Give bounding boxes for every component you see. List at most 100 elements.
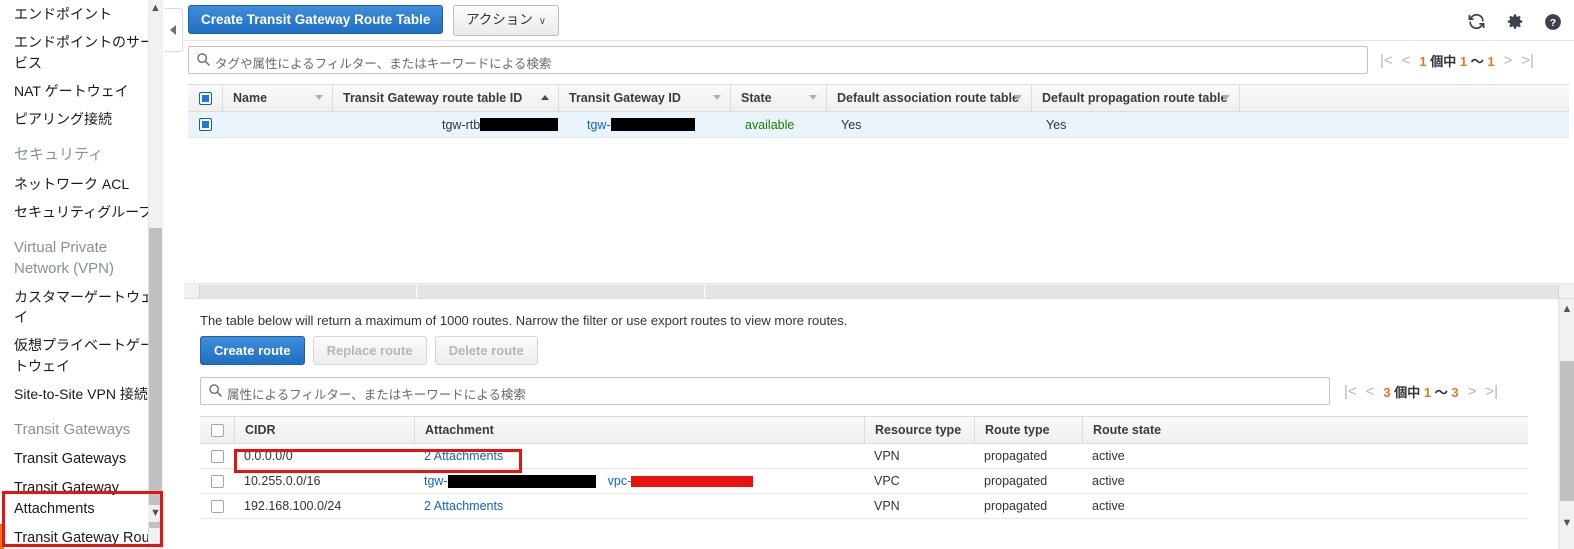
routes-select-all-checkbox[interactable] [210,423,224,437]
next-page-icon[interactable]: > [1504,52,1513,69]
column-header-name[interactable]: Name [222,84,332,112]
routes-vertical-scrollbar-thumb[interactable] [1560,361,1574,501]
transit-gateway-id-link[interactable]: tgw- [587,118,611,132]
row-checkbox[interactable] [198,118,212,131]
cell-attachment[interactable]: 2 Attachments [414,443,864,469]
last-page-icon[interactable]: >| [1485,383,1498,400]
scroll-up-icon[interactable]: ▲ [1559,301,1574,318]
table-row[interactable]: 10.255.0.0/16 tgw-vpc- VPC propagated ac… [200,469,1528,494]
column-header-resource-type[interactable]: Resource type [864,416,974,444]
column-label: Resource type [875,423,962,437]
help-icon[interactable]: ? [1544,13,1562,31]
table-row[interactable]: tgw-rtb tgw- available Yes Yes [188,112,1569,138]
column-header-attachment[interactable]: Attachment [414,416,864,444]
attachment-link[interactable]: 2 Attachments [424,499,503,513]
sidebar-item-transit-gateway-route-tables[interactable]: Transit Gateway Route Tables [0,523,163,549]
sidebar-item-label: Site-to-Site VPN 接続 [14,386,148,403]
sidebar-scrollbar-thumb[interactable] [149,228,162,528]
scroll-down-icon[interactable]: ▼ [1559,515,1574,532]
select-all-checkbox[interactable] [198,91,212,105]
routes-search-placeholder-text: 属性によるフィルター、またはキーワードによる検索 [227,388,526,402]
next-page-icon[interactable]: > [1468,383,1477,400]
sidebar-item-security-groups[interactable]: セキュリティグループ [0,198,163,226]
route-action-buttons: Create route Replace route Delete route [200,336,538,365]
horizontal-scrollbar-thumb[interactable] [199,285,1559,298]
cell-resource-type: VPN [874,449,900,463]
select-all-cell[interactable] [188,84,222,112]
prev-page-icon[interactable]: < [1402,52,1411,69]
sidebar-item-peering-connections[interactable]: ピアリング接続 [0,105,163,133]
routes-header-row: CIDR Attachment Resource type Route type… [200,416,1528,444]
routes-vertical-scrollbar[interactable]: ▲ ▼ [1558,299,1574,549]
column-header-default-propagation[interactable]: Default propagation route table [1031,84,1239,112]
chevron-down-icon [713,95,721,100]
column-header-route-table-id[interactable]: Transit Gateway route table ID [332,84,558,112]
cell-transit-gateway-id[interactable]: tgw- [558,112,730,138]
row-checkbox[interactable] [210,474,224,488]
first-page-icon[interactable]: |< [1380,52,1393,69]
column-header-transit-gateway-id[interactable]: Transit Gateway ID [558,84,730,112]
row-checkbox[interactable] [210,499,224,513]
create-route-button[interactable]: Create route [200,336,305,365]
prev-page-icon[interactable]: < [1366,383,1375,400]
sidebar-item-customer-gateways[interactable]: カスタマーゲートウェイ [0,283,163,332]
row-select-cell[interactable] [200,468,234,494]
column-label: Default propagation route table [1042,91,1228,105]
column-header-default-association[interactable]: Default association route table [826,84,1031,112]
column-header-route-type[interactable]: Route type [974,416,1082,444]
row-select-cell[interactable] [200,443,234,469]
table-row[interactable]: 192.168.100.0/24 2 Attachments VPN propa… [200,494,1528,519]
toolbar-divider [184,40,1574,41]
sidebar-item-site-to-site-vpn[interactable]: Site-to-Site VPN 接続 [0,380,163,408]
sidebar-collapse-button[interactable] [165,8,183,52]
row-select-cell[interactable] [188,112,222,138]
chevron-up-icon[interactable]: ▲ [148,0,163,17]
column-header-route-state[interactable]: Route state [1082,416,1322,444]
redacted-value [447,474,596,488]
row-checkbox[interactable] [210,449,224,463]
chevron-down-icon [1222,95,1230,100]
sidebar-item-endpoints[interactable]: エンドポイント [0,0,163,28]
routes-search-input[interactable]: 属性によるフィルター、またはキーワードによる検索 [200,377,1330,405]
delete-route-button: Delete route [434,336,538,365]
cell-attachment[interactable]: 2 Attachments [414,493,864,519]
column-header-cidr[interactable]: CIDR [234,416,414,444]
sidebar-header-vpn: Virtual Private Network (VPN) [14,239,115,277]
create-transit-gateway-route-table-button[interactable]: Create Transit Gateway Route Table [188,5,444,34]
sidebar-item-nat-gateways[interactable]: NAT ゲートウェイ [0,77,163,105]
routes-select-all-cell[interactable] [200,416,234,444]
last-page-icon[interactable]: >| [1521,52,1534,69]
sidebar-item-transit-gateways[interactable]: Transit Gateways [0,445,163,474]
row-select-cell[interactable] [200,493,234,519]
pagination-label: 3 個中 1 〜 3 [1383,384,1459,400]
chevron-down-icon[interactable]: ▼ [148,505,163,522]
sidebar-item-endpoint-services[interactable]: エンドポイントのサービス [0,28,163,77]
search-input[interactable]: タグや属性によるフィルター、またはキーワードによる検索 [188,46,1368,74]
redacted-value-highlighted [631,475,754,487]
routes-panel: The table below will return a maximum of… [184,298,1574,549]
sidebar-header-transit-gateways: Transit Gateways [14,421,131,439]
cell-default-propagation: Yes [1046,117,1067,132]
horizontal-scrollbar[interactable] [184,283,1574,298]
sidebar-item-virtual-private-gateways[interactable]: 仮想プライベートゲートウェイ [0,331,163,380]
attachment-vpc-link[interactable]: vpc- [608,474,632,488]
sidebar-item-label: NAT ゲートウェイ [14,82,129,99]
column-label: Transit Gateway route table ID [343,91,523,105]
column-label: CIDR [245,423,276,437]
actions-dropdown-button[interactable]: アクション ∨ [452,5,560,36]
chevron-down-icon: ∨ [538,16,547,27]
first-page-icon[interactable]: |< [1344,383,1357,400]
sidebar-item-transit-gateway-attachments[interactable]: Transit Gateway Attachments [0,474,163,524]
cell-route-state: active [1092,474,1125,488]
gear-icon[interactable] [1506,13,1524,31]
attachment-link[interactable]: 2 Attachments [424,449,503,463]
cell-attachment[interactable]: tgw-vpc- [414,468,864,494]
sidebar-item-label: Transit Gateways [14,450,127,467]
pagination-routes: |< < 3 個中 1 〜 3 > >| [1344,377,1498,405]
sidebar-item-network-acl[interactable]: ネットワーク ACL [0,170,163,198]
column-header-state[interactable]: State [730,84,826,112]
table-row[interactable]: 0.0.0.0/0 2 Attachments VPN propagated a… [200,444,1528,469]
attachment-link[interactable]: tgw- [424,474,448,488]
refresh-icon[interactable] [1467,12,1486,31]
sidebar-item-label: Transit Gateway Attachments [14,479,120,517]
